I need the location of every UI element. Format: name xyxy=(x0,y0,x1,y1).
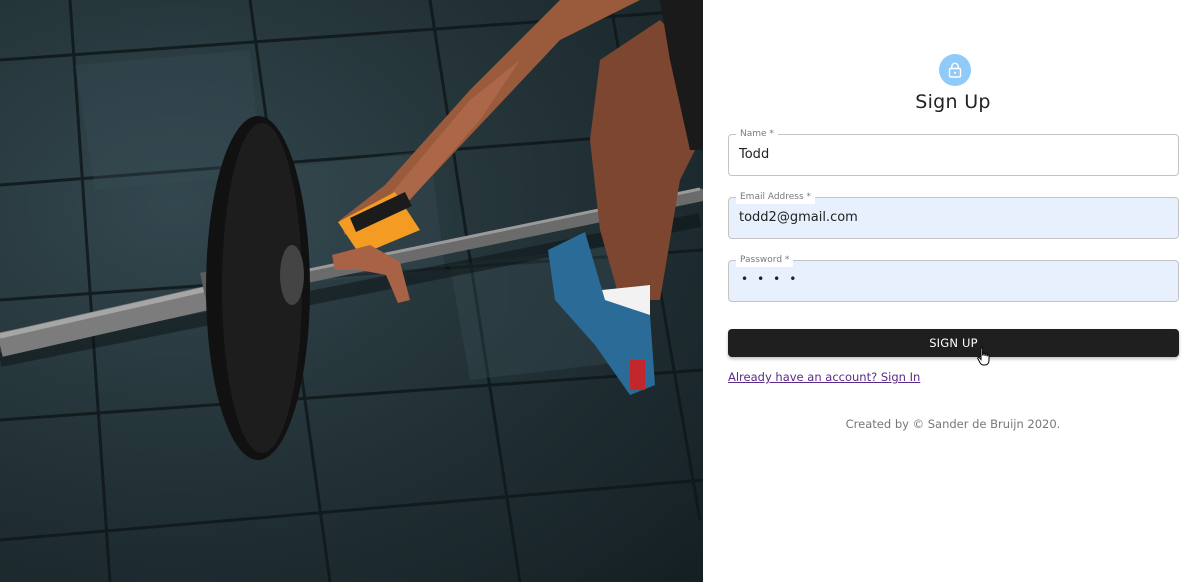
lock-icon xyxy=(948,62,962,78)
password-value[interactable]: •••• xyxy=(741,272,805,286)
sign-up-button[interactable]: SIGN UP xyxy=(728,329,1179,357)
signup-page: Sign Up Name * Todd Email Address * todd… xyxy=(0,0,1200,582)
password-label: Password * xyxy=(736,253,794,267)
name-value[interactable]: Todd xyxy=(739,147,769,162)
lock-avatar xyxy=(939,54,971,86)
name-label: Name * xyxy=(736,127,778,141)
email-label: Email Address * xyxy=(736,190,816,204)
sign-in-link[interactable]: Already have an account? Sign In xyxy=(728,370,920,384)
email-field[interactable]: Email Address * todd2@gmail.com xyxy=(728,190,1179,239)
password-field[interactable]: Password * •••• xyxy=(728,253,1179,302)
page-title: Sign Up xyxy=(915,91,991,113)
deadlift-photo xyxy=(0,0,703,582)
hero-image xyxy=(0,0,703,582)
signup-panel: Sign Up Name * Todd Email Address * todd… xyxy=(703,0,1200,582)
name-field[interactable]: Name * Todd xyxy=(728,127,1179,176)
hand-pointer-icon xyxy=(977,347,990,366)
email-value[interactable]: todd2@gmail.com xyxy=(739,210,858,225)
footer-credit: Created by © Sander de Bruijn 2020. xyxy=(845,417,1061,431)
